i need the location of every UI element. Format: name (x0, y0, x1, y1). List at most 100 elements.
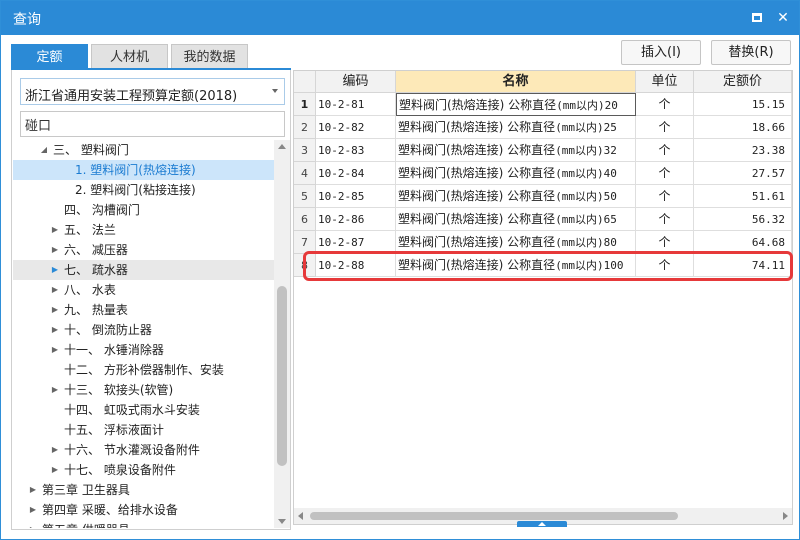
grid-scroll-thumb[interactable] (310, 512, 678, 520)
cell-name[interactable]: 塑料阀门(热熔连接) 公称直径(mm以内)80 (396, 231, 636, 254)
cell-code[interactable]: 10-2-82 (316, 116, 396, 139)
cell-price[interactable]: 18.66 (694, 116, 792, 139)
tree-item[interactable]: ◢ 三、 塑料阀门 (13, 140, 275, 160)
cell-price[interactable]: 51.61 (694, 185, 792, 208)
column-header-price[interactable]: 定额价 (694, 71, 792, 93)
insert-button[interactable]: 插入(I) (621, 40, 701, 65)
expand-icon[interactable]: ▶ (50, 460, 60, 480)
tree-item[interactable]: ▶ 九、 热量表 (13, 300, 275, 320)
cell-unit[interactable]: 个 (636, 231, 694, 254)
splitter-handle[interactable] (517, 521, 567, 527)
cell-unit[interactable]: 个 (636, 185, 694, 208)
column-header-code[interactable]: 编码 (316, 71, 396, 93)
scroll-right-icon[interactable] (783, 512, 788, 520)
column-header-unit[interactable]: 单位 (636, 71, 694, 93)
cell-code[interactable]: 10-2-81 (316, 93, 396, 116)
tree-scroll-thumb[interactable] (277, 286, 287, 466)
tree-item[interactable]: 1. 塑料阀门(热熔连接) (13, 160, 275, 180)
tree-item[interactable]: ▶ 第四章 采暖、给排水设备 (13, 500, 275, 520)
tree-item[interactable]: ▶ 八、 水表 (13, 280, 275, 300)
cell-unit[interactable]: 个 (636, 139, 694, 162)
expand-icon[interactable]: ▶ (50, 220, 60, 240)
tab-labor-material-machine[interactable]: 人材机 (91, 44, 168, 69)
cell-name[interactable]: 塑料阀门(热熔连接) 公称直径(mm以内)32 (396, 139, 636, 162)
tree-item[interactable]: ▶ 十、 倒流防止器 (13, 320, 275, 340)
cell-code[interactable]: 10-2-87 (316, 231, 396, 254)
expand-icon[interactable]: ▶ (50, 260, 60, 280)
cell-price[interactable]: 23.38 (694, 139, 792, 162)
row-number[interactable]: 1 (294, 93, 316, 116)
expand-icon[interactable]: ▶ (28, 520, 38, 528)
cell-price[interactable]: 27.57 (694, 162, 792, 185)
maximize-icon[interactable] (747, 8, 767, 28)
quota-library-select[interactable]: 浙江省通用安装工程预算定额(2018) (20, 78, 285, 105)
cell-unit[interactable]: 个 (636, 254, 694, 277)
tab-quota[interactable]: 定额 (11, 44, 88, 69)
cell-price[interactable]: 64.68 (694, 231, 792, 254)
chevron-down-icon[interactable] (272, 89, 278, 93)
expand-icon[interactable]: ▶ (28, 480, 38, 500)
tree-vertical-scrollbar[interactable] (274, 140, 290, 528)
tree-item[interactable]: ▶ 五、 法兰 (13, 220, 275, 240)
expand-icon[interactable]: ▶ (50, 380, 60, 400)
tab-my-data[interactable]: 我的数据 (171, 44, 248, 69)
tree-item[interactable]: ▶ 十一、 水锤消除器 (13, 340, 275, 360)
cell-price[interactable]: 56.32 (694, 208, 792, 231)
tree-item[interactable]: ▶ 第五章 供暖器具 (13, 520, 275, 528)
tree-item[interactable]: 2. 塑料阀门(粘接连接) (13, 180, 275, 200)
tree-item[interactable]: ▶ 十七、 喷泉设备附件 (13, 460, 275, 480)
cell-code[interactable]: 10-2-86 (316, 208, 396, 231)
cell-name[interactable]: 塑料阀门(热熔连接) 公称直径(mm以内)50 (396, 185, 636, 208)
cell-name[interactable]: 塑料阀门(热熔连接) 公称直径(mm以内)40 (396, 162, 636, 185)
column-header-name[interactable]: 名称 (396, 71, 636, 93)
cell-price[interactable]: 15.15 (694, 93, 792, 116)
cell-unit[interactable]: 个 (636, 93, 694, 116)
row-number[interactable]: 2 (294, 116, 316, 139)
expand-icon[interactable]: ▶ (28, 500, 38, 520)
cell-unit[interactable]: 个 (636, 162, 694, 185)
cell-code[interactable]: 10-2-88 (316, 254, 396, 277)
tree-item[interactable]: 十五、 浮标液面计 (13, 420, 275, 440)
cell-code[interactable]: 10-2-85 (316, 185, 396, 208)
cell-code[interactable]: 10-2-83 (316, 139, 396, 162)
tree-item[interactable]: ▶ 七、 疏水器 (13, 260, 275, 280)
cell-unit[interactable]: 个 (636, 116, 694, 139)
scroll-down-icon[interactable] (278, 519, 286, 524)
row-number[interactable]: 7 (294, 231, 316, 254)
expand-icon[interactable]: ▶ (50, 300, 60, 320)
row-number[interactable]: 8 (294, 254, 316, 277)
tree-item[interactable]: ▶ 第三章 卫生器具 (13, 480, 275, 500)
expand-icon[interactable]: ▶ (50, 280, 60, 300)
scroll-left-icon[interactable] (298, 512, 303, 520)
tree-item[interactable]: 十四、 虹吸式雨水斗安装 (13, 400, 275, 420)
title-bar[interactable]: 查询 ✕ (1, 1, 799, 35)
expand-icon[interactable]: ▶ (50, 320, 60, 340)
cell-name[interactable]: 塑料阀门(热熔连接) 公称直径(mm以内)65 (396, 208, 636, 231)
cell-price[interactable]: 74.11 (694, 254, 792, 277)
tree-item[interactable]: ▶ 十三、 软接头(软管) (13, 380, 275, 400)
cell-name[interactable]: 塑料阀门(热熔连接) 公称直径(mm以内)20 (396, 93, 636, 116)
row-number[interactable]: 6 (294, 208, 316, 231)
row-number[interactable]: 4 (294, 162, 316, 185)
close-icon[interactable]: ✕ (773, 8, 793, 28)
chevron-up-icon[interactable] (538, 522, 546, 526)
cell-name[interactable]: 塑料阀门(热熔连接) 公称直径(mm以内)25 (396, 116, 636, 139)
collapse-icon[interactable]: ◢ (39, 140, 49, 160)
scroll-up-icon[interactable] (278, 144, 286, 149)
tree-item[interactable]: 四、 沟槽阀门 (13, 200, 275, 220)
tree-item[interactable]: ▶ 六、 减压器 (13, 240, 275, 260)
expand-icon[interactable]: ▶ (50, 440, 60, 460)
tree-item[interactable]: ▶ 十六、 节水灌溉设备附件 (13, 440, 275, 460)
tree-item[interactable]: 十二、 方形补偿器制作、安装 (13, 360, 275, 380)
cell-code[interactable]: 10-2-84 (316, 162, 396, 185)
expand-icon[interactable]: ▶ (50, 340, 60, 360)
cell-unit[interactable]: 个 (636, 208, 694, 231)
tree-item-label: 十一、 水锤消除器 (64, 343, 164, 357)
row-number[interactable]: 3 (294, 139, 316, 162)
cell-name[interactable]: 塑料阀门(热熔连接) 公称直径(mm以内)100 (396, 254, 636, 277)
expand-icon[interactable]: ▶ (50, 240, 60, 260)
replace-button[interactable]: 替换(R) (711, 40, 791, 65)
row-number[interactable]: 5 (294, 185, 316, 208)
left-panel: 浙江省通用安装工程预算定额(2018) ◢ 三、 塑料阀门 1. 塑料阀门(热熔连接… (11, 70, 291, 530)
search-input[interactable] (20, 111, 285, 137)
